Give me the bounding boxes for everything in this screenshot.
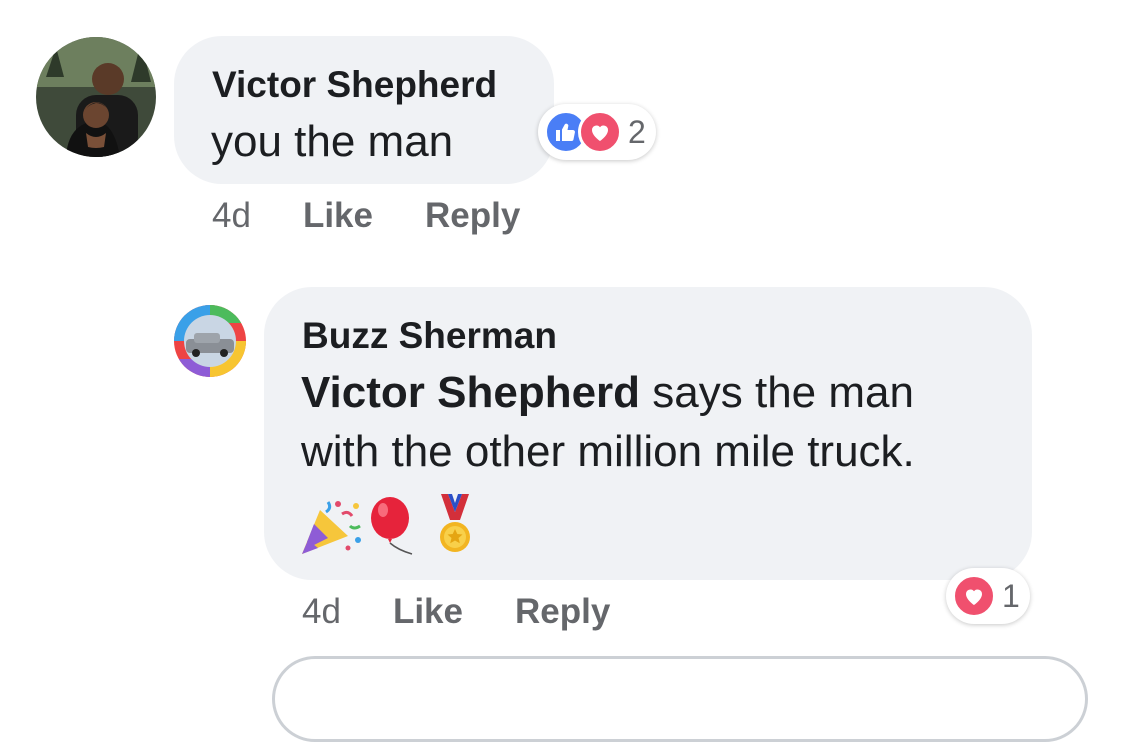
emoji-row	[298, 494, 472, 561]
reply-text-line2: with the other million mile truck.	[301, 427, 915, 477]
like-button[interactable]: Like	[393, 592, 463, 632]
comment-timestamp: 4d	[212, 196, 251, 235]
medal-icon	[438, 494, 472, 561]
profile-photo-icon	[174, 305, 246, 377]
reaction-count: 1	[1002, 577, 1020, 614]
love-reaction-icon	[578, 110, 622, 154]
reply-timestamp: 4d	[302, 592, 341, 631]
reply-actions: 4d Like Reply	[302, 592, 610, 632]
comment-actions: 4d Like Reply	[212, 196, 520, 236]
reply-text: Victor Shepherd says the man with the ot…	[301, 363, 1001, 482]
buzz-avatar[interactable]	[174, 305, 246, 377]
comment-author[interactable]: Victor Shepherd	[212, 66, 497, 103]
reply-button[interactable]: Reply	[425, 196, 520, 236]
reply-author[interactable]: Buzz Sherman	[302, 317, 557, 354]
balloon-icon	[368, 496, 416, 561]
reply-input[interactable]	[272, 656, 1088, 742]
reply-reaction-summary[interactable]: 1	[946, 568, 1030, 624]
like-button[interactable]: Like	[303, 196, 373, 236]
reply-text-line1: says the man	[640, 368, 914, 417]
victor-avatar[interactable]	[36, 37, 156, 157]
love-reaction-icon	[952, 574, 996, 618]
reaction-count: 2	[628, 113, 646, 150]
comment-text: you the man	[211, 117, 454, 166]
profile-photo-icon	[36, 37, 156, 157]
reaction-summary[interactable]: 2	[538, 104, 656, 160]
mention-link[interactable]: Victor Shepherd	[301, 368, 640, 417]
comment-bubble: Victor Shepherd you the man	[174, 36, 554, 184]
party-popper-icon	[298, 496, 364, 561]
reply-button[interactable]: Reply	[515, 592, 610, 632]
